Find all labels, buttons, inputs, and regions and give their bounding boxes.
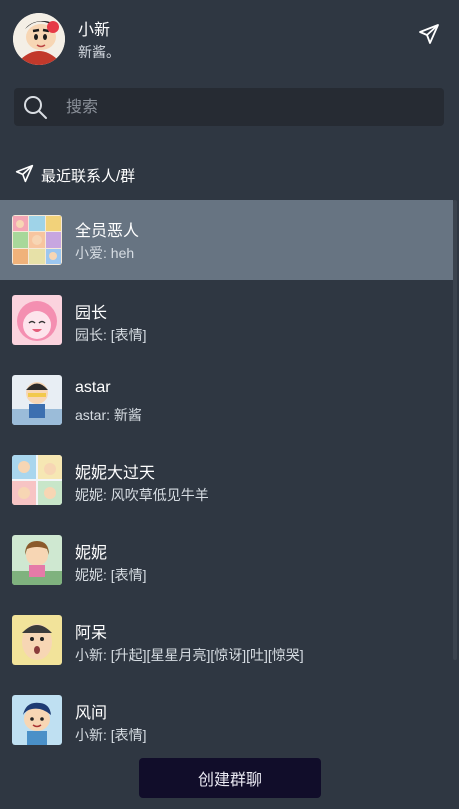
list-scrollbar[interactable] bbox=[453, 200, 457, 660]
conversation-preview: 小新: [升起][星星月亮][惊讶][吐][惊哭] bbox=[75, 647, 304, 663]
section-title: 最近联系人/群 bbox=[41, 168, 136, 185]
astar-avatar bbox=[12, 375, 62, 425]
pink-character-avatar bbox=[12, 295, 62, 345]
conversation-preview: 园长: [表情] bbox=[75, 327, 147, 343]
conversation-list: 全员恶人 小爱: heh 园长 园长: [表情] astar astar: 新酱… bbox=[0, 200, 453, 760]
user-signature: 新酱。 bbox=[78, 44, 120, 60]
chat-sidebar: 小新 新酱。 最近联系人/群 bbox=[0, 0, 459, 809]
conversation-item[interactable]: 全员恶人 小爱: heh bbox=[0, 200, 453, 280]
conversation-title: astar bbox=[75, 379, 111, 396]
conversation-preview: 妮妮: 风吹草低见牛羊 bbox=[75, 487, 209, 503]
conversation-item[interactable]: 园长 园长: [表情] bbox=[0, 280, 453, 360]
conversation-preview: 小爱: heh bbox=[75, 245, 135, 261]
conversation-item[interactable]: 风间 小新: [表情] bbox=[0, 680, 453, 760]
bo-chan-avatar bbox=[12, 615, 62, 665]
conversation-title: 风间 bbox=[75, 705, 108, 722]
search-box bbox=[14, 88, 444, 128]
nene-avatar bbox=[12, 535, 62, 585]
conversation-item[interactable]: 阿呆 小新: [升起][星星月亮][惊讶][吐][惊哭] bbox=[0, 600, 453, 680]
user-name: 小新 bbox=[78, 22, 111, 39]
conversation-title: 全员恶人 bbox=[75, 223, 140, 240]
search-input[interactable] bbox=[64, 88, 438, 128]
conversation-item[interactable]: 妮妮 妮妮: [表情] bbox=[0, 520, 453, 600]
conversation-title: 妮妮大过天 bbox=[75, 465, 156, 482]
search-icon bbox=[22, 94, 48, 120]
user-avatar[interactable] bbox=[13, 13, 65, 65]
conversation-item[interactable]: astar astar: 新酱 bbox=[0, 360, 453, 440]
conversation-title: 阿呆 bbox=[75, 625, 108, 642]
conversation-item[interactable]: 妮妮大过天 妮妮: 风吹草低见牛羊 bbox=[0, 440, 453, 520]
profile-header: 小新 新酱。 bbox=[0, 0, 459, 78]
group-collage-avatar bbox=[12, 455, 62, 505]
kazama-avatar bbox=[12, 695, 62, 745]
conversation-preview: 妮妮: [表情] bbox=[75, 567, 147, 583]
group-collage-avatar bbox=[12, 215, 62, 265]
paper-plane-icon[interactable] bbox=[417, 22, 441, 46]
conversation-preview: astar: 新酱 bbox=[75, 407, 142, 423]
create-group-button[interactable]: 创建群聊 bbox=[139, 758, 321, 798]
paper-plane-icon bbox=[15, 164, 34, 183]
conversation-preview: 小新: [表情] bbox=[75, 727, 147, 743]
conversation-title: 园长 bbox=[75, 305, 108, 322]
conversation-title: 妮妮 bbox=[75, 545, 108, 562]
